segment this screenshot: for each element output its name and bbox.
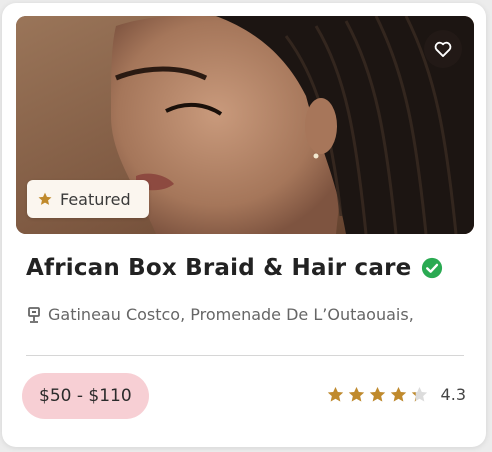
listing-title[interactable]: African Box Braid & Hair care (26, 255, 411, 281)
star-icon (348, 386, 364, 402)
listing-location: Gatineau Costco, Promenade De L’Outaouai… (26, 305, 414, 324)
featured-label: Featured (60, 189, 131, 209)
title-row: African Box Braid & Hair care (26, 255, 443, 281)
check-circle-icon (422, 257, 443, 279)
rating-stars (326, 385, 429, 404)
map-pin-icon (28, 306, 40, 323)
star-icon (369, 386, 385, 402)
heart-icon (434, 41, 452, 57)
price-badge: $50 - $110 (22, 373, 149, 419)
rating-value: 4.3 (440, 385, 466, 404)
star-icon (327, 386, 343, 402)
divider (26, 355, 464, 356)
listing-card[interactable]: Featured African Box Braid & Hair care G… (2, 3, 486, 447)
rating: 4.3 (326, 385, 466, 404)
price-range: $50 - $110 (39, 386, 132, 406)
star-icon (38, 192, 52, 205)
featured-badge: Featured (27, 180, 149, 218)
location-text: Gatineau Costco, Promenade De L’Outaouai… (48, 305, 414, 324)
listing-image[interactable]: Featured (16, 16, 474, 234)
star-icon (390, 386, 406, 402)
star-icon (411, 386, 427, 402)
favorite-button[interactable] (424, 30, 462, 68)
